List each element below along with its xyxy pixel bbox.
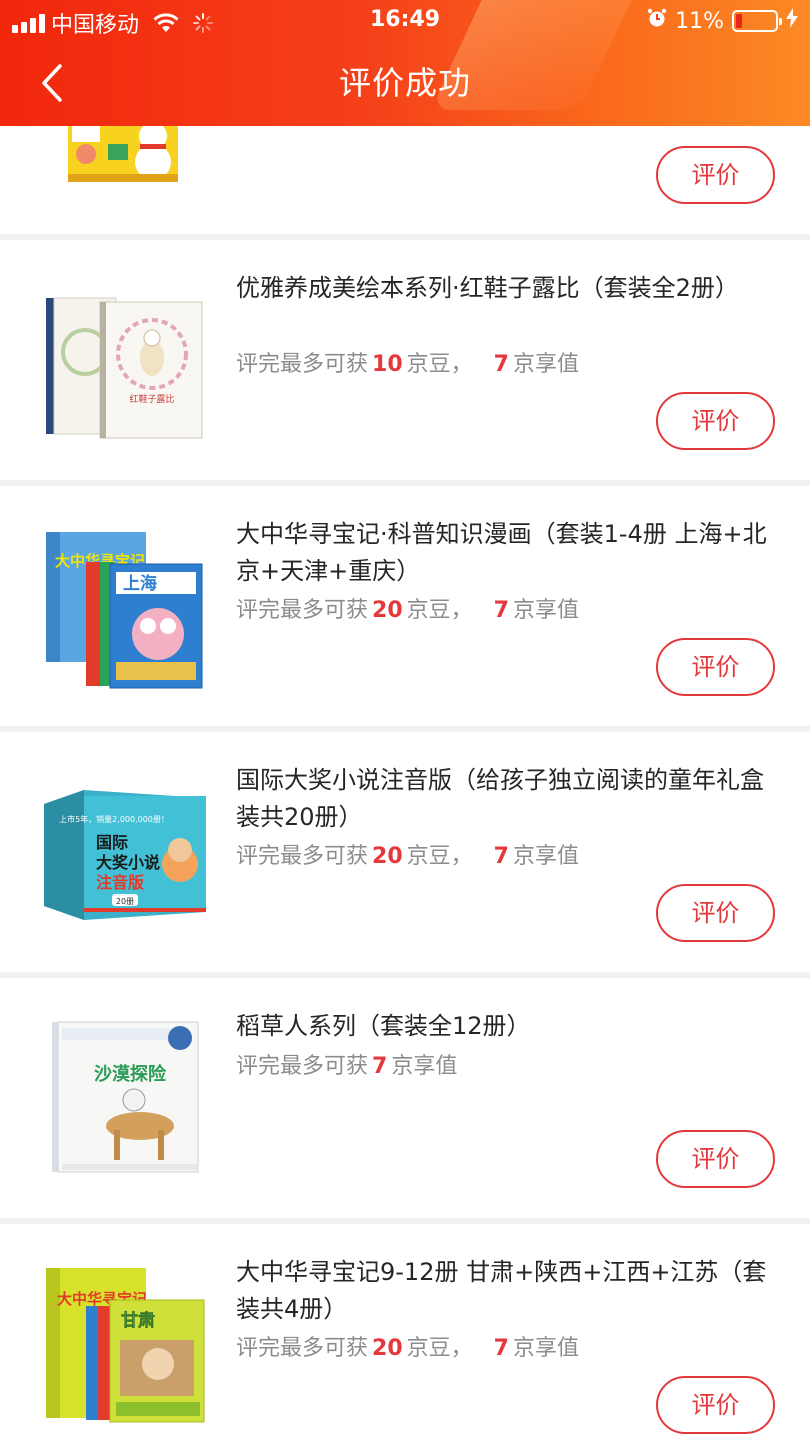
reward-info: 评完最多可获 10 京豆， 7 京享值 [236, 346, 579, 378]
cover-title: 沙漠探险 [94, 1063, 167, 1085]
bean-count: 20 [372, 844, 403, 869]
cover-badge: 20册 [116, 897, 134, 906]
cover-line3: 注音版 [96, 873, 144, 892]
review-button[interactable]: 评价 [656, 146, 775, 204]
battery-icon [732, 10, 782, 32]
cover-city: 甘肃 [121, 1310, 155, 1331]
reward-prefix: 评完最多可获 [236, 352, 369, 377]
product-card: 评价 [0, 126, 810, 234]
bean-count: 20 [372, 1336, 403, 1361]
bean-unit: 京豆， [406, 1336, 473, 1361]
cover-line2: 大奖小说 [96, 853, 160, 872]
reward-prefix: 评完最多可获 [236, 1054, 369, 1079]
bean-unit: 京豆， [406, 598, 473, 623]
reward-prefix: 评完最多可获 [236, 1336, 369, 1361]
product-cover-image: 上市5年，销量2,000,000册！ 国际 大奖小说 注音版 20册 [40, 784, 210, 954]
product-card: 大中华寻宝记 甘肃 大中华寻宝记9-12册 甘肃+陕西+江西+江苏（套装共4册）… [0, 1224, 810, 1440]
product-card: 红鞋子露比 优雅养成美绘本系列·红鞋子露比（套装全2册） 评完最多可获 10 京豆，… [0, 240, 810, 480]
product-name: 大中华寻宝记·科普知识漫画（套装1-4册 上海+北京+天津+重庆） [236, 520, 767, 585]
alarm-icon [647, 8, 667, 34]
value-unit: 京享值 [512, 1336, 579, 1361]
cover-city: 上海 [123, 573, 157, 594]
reward-info: 评完最多可获 20 京豆， 7 京享值 [236, 838, 579, 870]
bean-unit: 京豆， [406, 352, 473, 377]
review-button[interactable]: 评价 [656, 1376, 775, 1434]
cover-sales: 上市5年，销量2,000,000册！ [59, 814, 169, 824]
product-card: 沙漠探险 稻草人系列（套装全12册） 评完最多可获 7 京享值 评价 [0, 978, 810, 1218]
page-title: 评价成功 [338, 64, 471, 102]
review-button[interactable]: 评价 [656, 638, 775, 696]
product-name: 优雅养成美绘本系列·红鞋子露比（套装全2册） [236, 274, 739, 302]
product-cover-image: 红鞋子露比 [40, 292, 210, 462]
reward-info: 评完最多可获 20 京豆， 7 京享值 [236, 592, 579, 624]
review-button[interactable]: 评价 [656, 1130, 775, 1188]
product-name: 大中华寻宝记9-12册 甘肃+陕西+江西+江苏（套装共4册） [236, 1258, 767, 1323]
battery-percent: 11% [675, 8, 724, 34]
value-unit: 京享值 [512, 844, 579, 869]
review-button[interactable]: 评价 [656, 392, 775, 450]
value-unit: 京享值 [512, 352, 579, 377]
product-card: 大中华寻宝记 上海 大中华寻宝记·科普知识漫画（套装1-4册 上海+北京+天津+… [0, 486, 810, 726]
value-unit: 京享值 [512, 598, 579, 623]
value-count: 7 [493, 844, 509, 869]
reward-prefix: 评完最多可获 [236, 844, 369, 869]
bean-unit: 京豆， [406, 844, 473, 869]
value-count: 7 [372, 1054, 388, 1079]
product-cover-image: 大中华寻宝记 甘肃 [40, 1260, 210, 1430]
charging-icon [786, 8, 798, 34]
header-bar: 中国移动 16:49 11% 评价成功 [0, 0, 810, 126]
reward-prefix: 评完最多可获 [236, 598, 369, 623]
cover-line1: 国际 [96, 833, 128, 852]
status-bar: 中国移动 16:49 11% [0, 0, 810, 42]
review-button[interactable]: 评价 [656, 884, 775, 942]
value-count: 7 [493, 1336, 509, 1361]
reward-info: 评完最多可获 7 京享值 [236, 1048, 457, 1080]
value-count: 7 [493, 352, 509, 377]
product-name: 稻草人系列（套装全12册） [236, 1012, 531, 1040]
product-cover-image: 大中华寻宝记 上海 [40, 522, 210, 692]
cover-title: 红鞋子露比 [129, 393, 174, 405]
product-cover-image [68, 126, 178, 194]
product-name: 国际大奖小说注音版（给孩子独立阅读的童年礼盒装共20册） [236, 766, 764, 831]
bean-count: 10 [372, 352, 403, 377]
reward-info: 评完最多可获 20 京豆， 7 京享值 [236, 1330, 579, 1362]
product-cover-image: 沙漠探险 [40, 1014, 210, 1184]
product-card: 上市5年，销量2,000,000册！ 国际 大奖小说 注音版 20册 国际大奖小… [0, 732, 810, 972]
value-unit: 京享值 [391, 1054, 458, 1079]
bean-count: 20 [372, 598, 403, 623]
value-count: 7 [493, 598, 509, 623]
